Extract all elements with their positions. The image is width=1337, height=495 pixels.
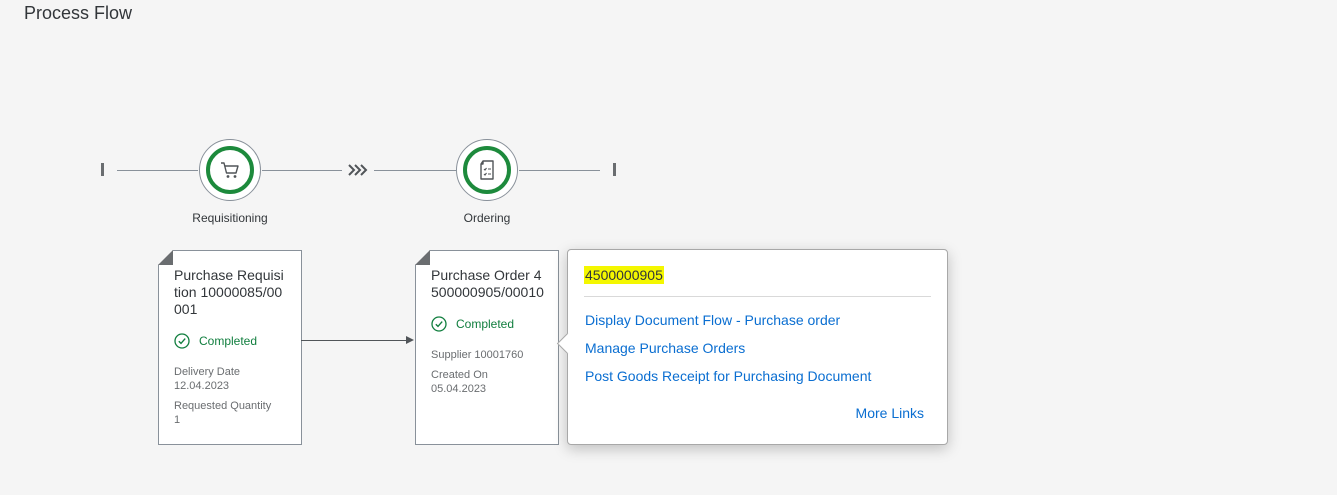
- connector-arrow: [406, 336, 414, 344]
- status-text: Completed: [456, 316, 515, 331]
- node-status: Completed: [174, 332, 287, 349]
- field-label: Requested Quantity: [174, 400, 272, 412]
- check-circle-icon: [174, 332, 190, 349]
- link-display-document-flow[interactable]: Display Document Flow - Purchase order: [585, 312, 840, 328]
- page-title: Process Flow: [24, 3, 133, 23]
- popover-divider: [584, 296, 931, 297]
- lane-line: [519, 170, 600, 171]
- link-manage-purchase-orders[interactable]: Manage Purchase Orders: [585, 340, 745, 356]
- status-text: Completed: [199, 333, 258, 348]
- status-ring: [206, 146, 254, 194]
- lane-end-marker: [613, 163, 616, 176]
- popover-arrow: [556, 332, 579, 355]
- lane-header-requisitioning[interactable]: [199, 139, 261, 201]
- document-icon: [480, 160, 494, 180]
- node-title: Purchase Requisition 10000085/00001: [174, 267, 284, 317]
- more-links-button[interactable]: More Links: [856, 405, 924, 421]
- process-node-purchase-order[interactable]: Purchase Order 4500000905/00010 Complete…: [415, 250, 559, 445]
- cart-icon: [221, 162, 239, 178]
- lane-line: [374, 170, 456, 171]
- lane-line: [262, 170, 342, 171]
- link-post-goods-receipt[interactable]: Post Goods Receipt for Purchasing Docume…: [585, 368, 871, 384]
- lane-header-ordering[interactable]: [456, 139, 518, 201]
- field-label: Delivery Date: [174, 366, 241, 378]
- lane-line: [117, 170, 198, 171]
- node-fold-corner: [158, 250, 173, 265]
- node-status: Completed: [431, 315, 544, 332]
- field-value: 05.04.2023: [431, 383, 487, 395]
- field-value: 1: [174, 414, 181, 426]
- lane-label: Requisitioning: [192, 211, 268, 225]
- check-circle-icon: [431, 315, 447, 332]
- chevrons-icon: [348, 164, 368, 176]
- node-connector: [301, 340, 407, 341]
- node-fold-corner: [415, 250, 430, 265]
- status-ring: [463, 146, 511, 194]
- field-label: Created On: [431, 369, 488, 381]
- field-label: Supplier 10001760: [431, 349, 524, 361]
- node-title: Purchase Order 4500000905/00010: [431, 267, 544, 300]
- lane-start-marker: [101, 163, 104, 176]
- lane-label: Ordering: [463, 211, 511, 225]
- process-node-purchase-requisition[interactable]: Purchase Requisition 10000085/00001 Comp…: [158, 250, 302, 445]
- quickview-popover: 4500000905 Display Document Flow - Purch…: [556, 249, 948, 445]
- field-value: 12.04.2023: [174, 380, 230, 392]
- popover-title: 4500000905: [584, 266, 664, 284]
